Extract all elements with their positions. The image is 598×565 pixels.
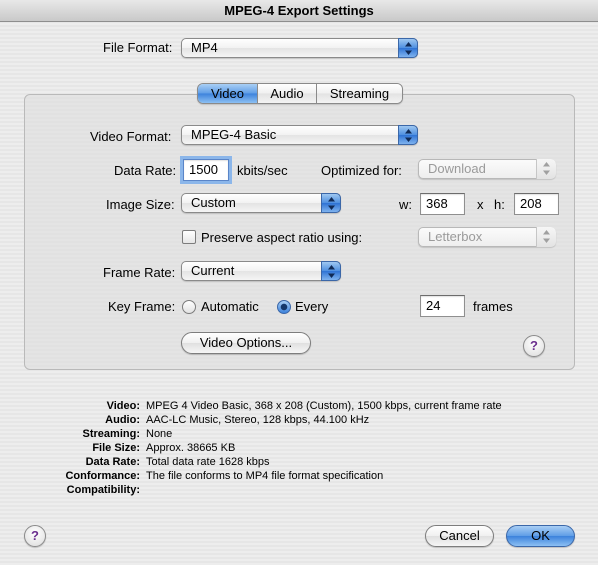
tab-streaming[interactable]: Streaming [316, 84, 402, 103]
height-label: h: [494, 197, 505, 212]
summary-key: Data Rate: [85, 456, 140, 468]
image-size-label: Image Size: [106, 197, 175, 212]
summary-value: Approx. 38665 KB [146, 442, 236, 454]
video-format-label: Video Format: [90, 129, 172, 144]
popup-arrows-icon [536, 227, 556, 247]
summary-key: File Size: [92, 442, 140, 454]
preserve-aspect-checkbox[interactable] [182, 230, 196, 244]
frame-rate-value: Current [191, 263, 235, 278]
summary-value: MPEG 4 Video Basic, 368 x 208 (Custom), … [146, 400, 502, 412]
popup-arrows-icon [398, 125, 418, 145]
popup-arrows-icon [536, 159, 556, 179]
height-field[interactable]: 208 [514, 193, 559, 215]
video-format-popup[interactable]: MPEG-4 Basic [181, 125, 418, 145]
summary-row: Conformance: The file conforms to MP4 fil… [30, 469, 502, 483]
summary-row: File Size: Approx. 38665 KB [30, 441, 502, 455]
key-frame-interval-field[interactable]: 24 [420, 295, 465, 317]
frame-rate-popup[interactable]: Current [181, 261, 341, 281]
data-rate-unit: kbits/sec [237, 163, 288, 178]
summary-key: Compatibility: [66, 484, 140, 496]
summary-value: Total data rate 1628 kbps [146, 456, 270, 468]
image-size-popup[interactable]: Custom [181, 193, 341, 213]
summary-key: Audio: [105, 414, 140, 426]
aspect-method-popup[interactable]: Letterbox [418, 227, 556, 247]
frame-rate-label: Frame Rate: [103, 265, 176, 280]
summary-value: The file conforms to MP4 file format spe… [146, 470, 384, 482]
video-options-button[interactable]: Video Options... [181, 332, 311, 354]
export-settings-window: MPEG-4 Export Settings File Format: MP4 … [0, 0, 598, 565]
ok-button[interactable]: OK [506, 525, 575, 547]
cancel-button[interactable]: Cancel [425, 525, 494, 547]
summary-row: Video: MPEG 4 Video Basic, 368 x 208 (Cus… [30, 399, 502, 413]
key-frame-automatic-radio[interactable] [182, 300, 196, 314]
width-label: w: [399, 197, 412, 212]
image-size-value: Custom [191, 195, 236, 210]
optimized-for-label: Optimized for: [321, 163, 402, 178]
data-rate-label: Data Rate: [114, 163, 177, 178]
aspect-method-value: Letterbox [428, 229, 483, 244]
panel-help-button[interactable]: ? [523, 335, 545, 357]
optimized-for-value: Download [428, 161, 486, 176]
key-frame-unit: frames [473, 299, 513, 314]
popup-arrows-icon [398, 38, 418, 58]
tab-audio[interactable]: Audio [257, 84, 316, 103]
summary-key: Video: [106, 400, 140, 412]
file-format-popup[interactable]: MP4 [181, 38, 418, 58]
summary-key: Conformance: [65, 470, 140, 482]
width-field[interactable]: 368 [420, 193, 465, 215]
popup-arrows-icon [321, 193, 341, 213]
summary-row: Data Rate: Total data rate 1628 kbps [30, 455, 502, 469]
popup-arrows-icon [321, 261, 341, 281]
video-format-value: MPEG-4 Basic [191, 127, 277, 142]
settings-tabs: Video Audio Streaming [197, 83, 403, 104]
window-title: MPEG-4 Export Settings [0, 0, 598, 22]
summary-row: Audio: AAC-LC Music, Stereo, 128 kbps, 44… [30, 413, 502, 427]
optimized-for-popup[interactable]: Download [418, 159, 556, 179]
times-label: x [477, 197, 484, 212]
summary-key: Streaming: [82, 428, 140, 440]
settings-summary: Video: MPEG 4 Video Basic, 368 x 208 (Cus… [30, 399, 502, 497]
key-frame-every-radio[interactable] [277, 300, 291, 314]
summary-value: AAC-LC Music, Stereo, 128 kbps, 44.100 k… [146, 414, 370, 426]
key-frame-automatic-label: Automatic [201, 299, 259, 314]
file-format-label: File Format: [103, 40, 173, 55]
help-button[interactable]: ? [24, 525, 46, 547]
summary-value: None [146, 428, 173, 440]
tab-video[interactable]: Video [198, 84, 257, 103]
data-rate-field[interactable]: 1500 [183, 159, 229, 181]
summary-row: Compatibility: [30, 483, 502, 497]
preserve-aspect-label: Preserve aspect ratio using: [201, 230, 363, 245]
key-frame-label: Key Frame: [108, 299, 176, 314]
key-frame-every-label: Every [295, 299, 329, 314]
summary-row: Streaming: None [30, 427, 502, 441]
file-format-value: MP4 [191, 40, 218, 55]
